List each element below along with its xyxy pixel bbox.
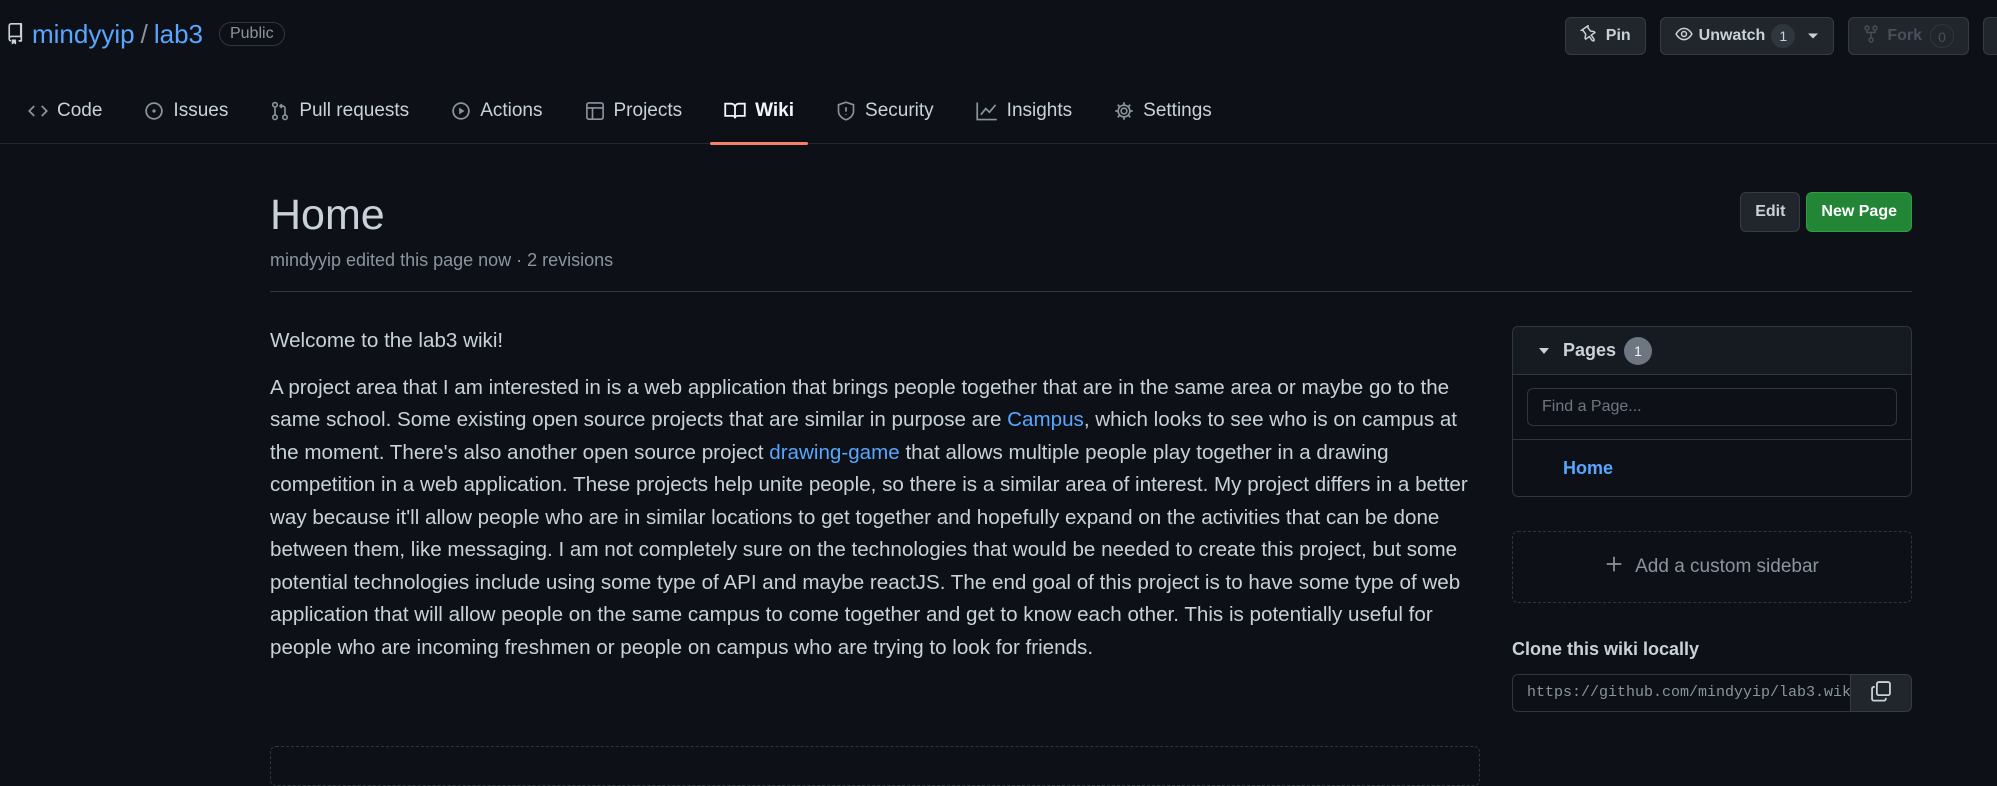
- book-icon: [724, 101, 746, 121]
- repo-title-row: mindyyip / lab3 Public: [6, 16, 285, 52]
- graph-icon: [976, 101, 998, 121]
- repo-icon: [6, 23, 24, 45]
- code-icon: [28, 101, 48, 121]
- table-icon: [585, 101, 605, 121]
- page-meta: mindyyip edited this page now · 2 revisi…: [270, 250, 614, 270]
- tab-label: Projects: [613, 100, 683, 121]
- wiki-footer-box: [270, 746, 1480, 786]
- gear-icon: [1114, 101, 1134, 121]
- tab-label: Code: [57, 100, 103, 121]
- pages-toggle[interactable]: Pages 1: [1513, 327, 1911, 375]
- tab-issues[interactable]: Issues: [130, 90, 242, 132]
- wiki-body: Welcome to the lab3 wiki! A project area…: [270, 325, 1480, 664]
- repo-actions: Pin Unwatch 1 Fork 0: [1564, 17, 1997, 55]
- new-page-button[interactable]: New Page: [1806, 192, 1912, 232]
- tab-actions[interactable]: Actions: [437, 90, 556, 132]
- repo-header: mindyyip / lab3 Public Pin Unwatch 1 For…: [0, 0, 1997, 145]
- shield-icon: [836, 101, 856, 121]
- edit-button[interactable]: Edit: [1740, 192, 1801, 232]
- issue-icon: [144, 101, 164, 121]
- page-link-home[interactable]: Home: [1563, 458, 1613, 479]
- tab-settings[interactable]: Settings: [1100, 90, 1226, 132]
- copy-button[interactable]: [1850, 674, 1912, 712]
- star-button[interactable]: [1983, 17, 1997, 55]
- fork-icon: [1863, 24, 1879, 48]
- visibility-badge: Public: [218, 22, 285, 46]
- pull-request-icon: [270, 101, 290, 121]
- pages-box: Pages 1 Home: [1512, 326, 1912, 497]
- tab-wiki[interactable]: Wiki: [710, 90, 808, 145]
- tab-security[interactable]: Security: [822, 90, 948, 132]
- watchers-count: 1: [1771, 24, 1796, 48]
- tab-label: Issues: [173, 100, 229, 121]
- tab-label: Wiki: [755, 100, 795, 121]
- clone-label: Clone this wiki locally: [1512, 639, 1700, 659]
- tab-label: Security: [865, 100, 934, 121]
- copy-icon: [1870, 680, 1892, 707]
- wiki-sidebar: Pages 1 Home Add a custom sidebar Clone …: [1512, 326, 1912, 712]
- page-title: Home: [270, 191, 385, 239]
- unwatch-button[interactable]: Unwatch 1: [1659, 17, 1835, 55]
- campus-link[interactable]: Campus: [1007, 408, 1084, 431]
- tab-insights[interactable]: Insights: [962, 90, 1086, 132]
- eye-icon: [1674, 25, 1693, 48]
- repo-path-separator: /: [140, 18, 148, 49]
- pin-icon: [1579, 23, 1598, 48]
- caret-down-icon: [1539, 347, 1549, 354]
- pin-label: Pin: [1605, 27, 1631, 44]
- wiki-page-header: Home mindyyip edited this page now · 2 r…: [270, 190, 1912, 292]
- fork-button[interactable]: Fork 0: [1848, 17, 1969, 55]
- wiki-actions: Edit New Page: [1740, 192, 1912, 232]
- pages-count: 1: [1624, 336, 1653, 365]
- wiki-paragraph: A project area that I am interested in i…: [270, 372, 1480, 665]
- repo-name-link[interactable]: lab3: [154, 19, 203, 50]
- clone-url-field[interactable]: https://github.com/mindyyip/lab3.wiki.gi…: [1512, 674, 1850, 712]
- tab-projects[interactable]: Projects: [571, 90, 697, 132]
- tab-label: Actions: [480, 100, 543, 121]
- repo-owner-link[interactable]: mindyyip: [32, 19, 135, 50]
- chevron-down-icon: [1807, 27, 1819, 45]
- fork-count: 0: [1930, 24, 1954, 48]
- unwatch-label: Unwatch: [1698, 27, 1766, 44]
- tab-label: Settings: [1143, 100, 1212, 121]
- pin-button[interactable]: Pin: [1564, 17, 1646, 55]
- fork-label: Fork: [1887, 27, 1922, 44]
- custom-sidebar-label: Add a custom sidebar: [1635, 556, 1819, 577]
- tab-label: Insights: [1006, 100, 1073, 121]
- add-custom-sidebar-button[interactable]: Add a custom sidebar: [1512, 531, 1912, 603]
- play-icon: [451, 101, 471, 121]
- tab-label: Pull requests: [299, 100, 410, 121]
- paragraph-text: that allows multiple people play togethe…: [270, 440, 1468, 659]
- find-page-input[interactable]: [1527, 388, 1897, 426]
- pages-search: [1513, 375, 1911, 440]
- tab-pull-requests[interactable]: Pull requests: [256, 90, 423, 132]
- pages-label: Pages: [1563, 340, 1617, 360]
- tab-code[interactable]: Code: [14, 90, 116, 132]
- pages-list: Home: [1513, 440, 1911, 496]
- wiki-intro: Welcome to the lab3 wiki!: [270, 329, 504, 352]
- repo-path: mindyyip / lab3: [32, 19, 203, 50]
- drawing-game-link[interactable]: drawing-game: [769, 441, 900, 464]
- clone-row: https://github.com/mindyyip/lab3.wiki.gi…: [1512, 674, 1912, 712]
- repo-tabs: Code Issues Pull requests Actions Projec…: [14, 90, 1240, 145]
- plus-icon: [1605, 555, 1623, 579]
